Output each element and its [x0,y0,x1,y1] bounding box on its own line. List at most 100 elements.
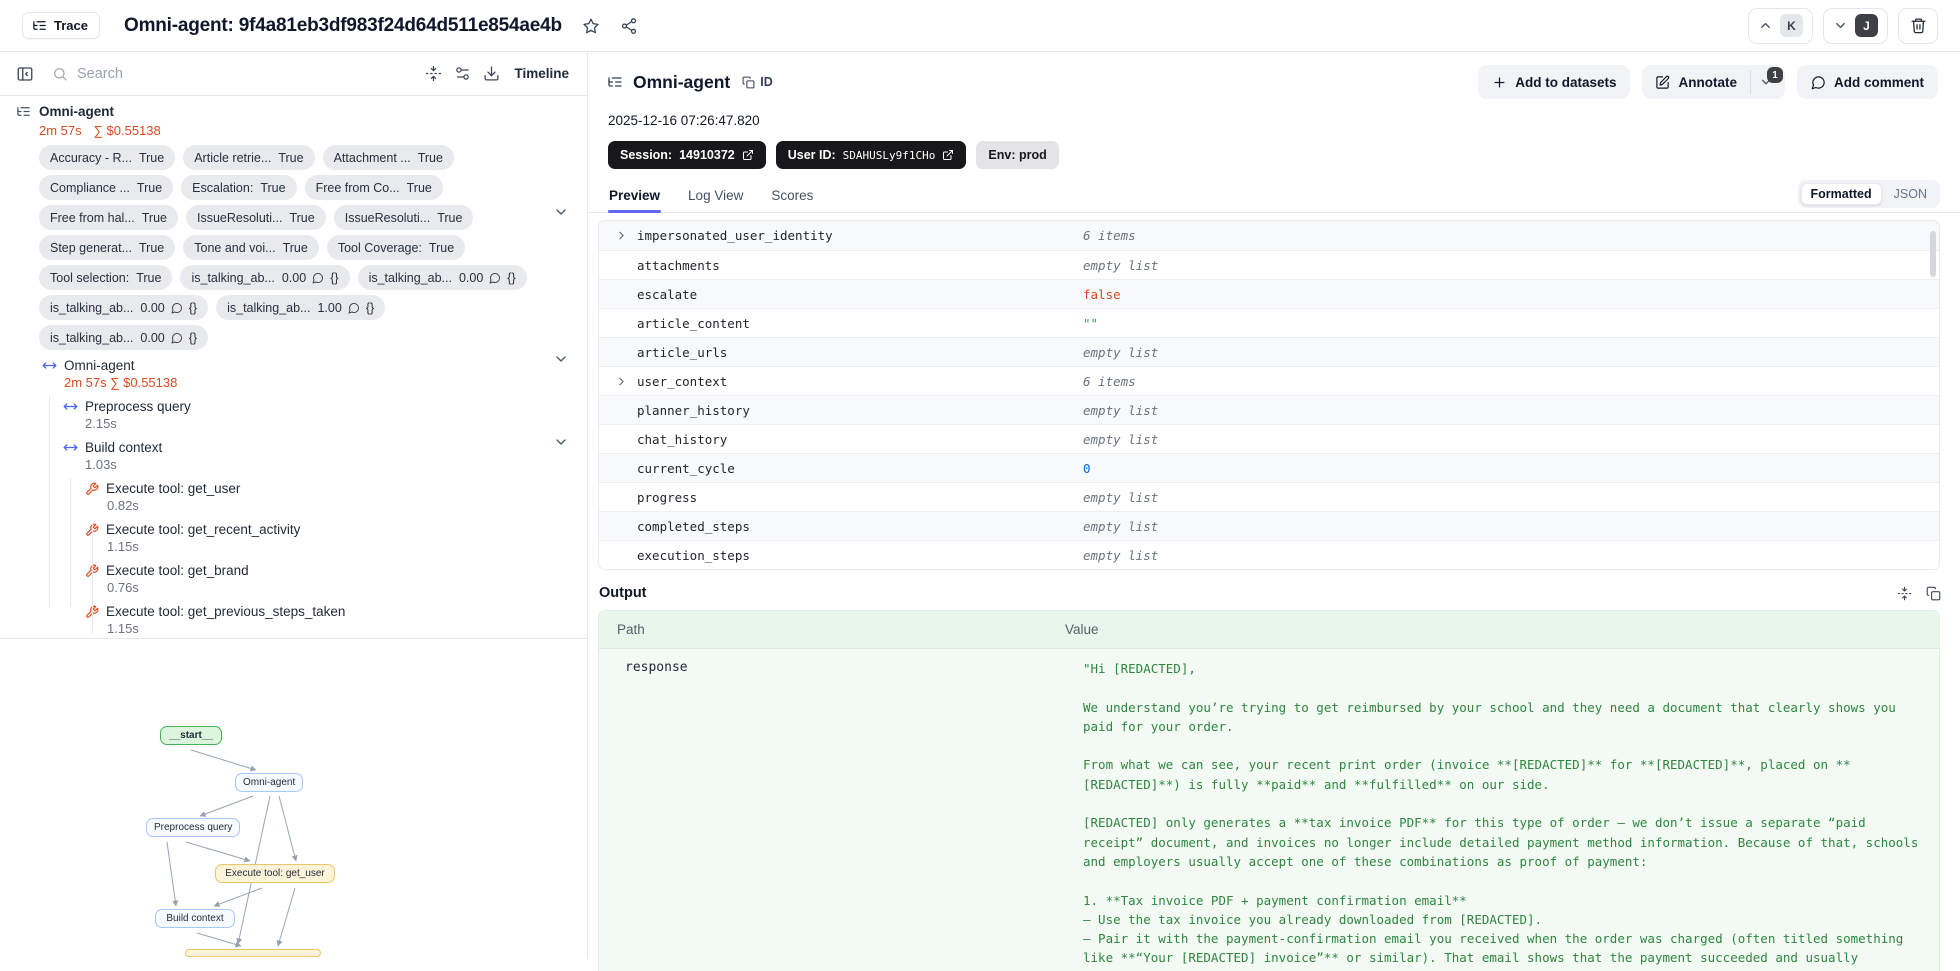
table-scrollbar-thumb[interactable] [1930,231,1936,277]
preview-row[interactable]: chat_history empty list [599,424,1939,453]
annotation-count-badge: 1 [1766,67,1783,83]
score-badge-label: Compliance ... [50,180,130,195]
score-badge[interactable]: Step generat... True [39,235,176,260]
view-settings-icon[interactable] [454,65,471,82]
trace-badge[interactable]: Trace [22,12,100,39]
badge-row: Compliance ... True Escalation: True Free fr… [39,175,571,200]
timeline-toggle[interactable]: Timeline [512,62,571,85]
expand-chevron-icon[interactable] [615,229,631,242]
score-badge[interactable]: Free from Co... True [304,175,443,200]
score-badge[interactable]: is_talking_ab... 0.00 {} [39,325,209,350]
copy-output-icon[interactable] [1926,586,1941,601]
span-tree-item[interactable]: Build context 1.03s [63,438,571,475]
add-comment-button[interactable]: Add comment [1796,65,1938,99]
score-badge-label: is_talking_ab... [191,270,275,285]
score-badge[interactable]: Attachment ... True [322,145,454,170]
score-badge-value: 0.00 [140,300,165,315]
collapse-root-chevron[interactable] [553,204,569,220]
output-heading: Output [599,585,647,601]
score-badge-suffix: {} [188,300,198,315]
score-badge[interactable]: Accuracy - R... True [39,145,176,170]
expand-chevron-icon[interactable] [615,375,631,388]
preview-row[interactable]: current_cycle 0 [599,453,1939,482]
span-tree-item[interactable]: Preprocess query 2.15s [63,397,571,434]
span-name-row: Execute tool: get_user [85,479,571,498]
span-duration: 2m 57s ∑ $0.55138 [64,375,178,390]
score-badge-value: True [141,210,167,225]
span-name-label: Execute tool: get_recent_activity [106,522,301,537]
score-badge[interactable]: is_talking_ab... 0.00 {} [180,265,350,290]
root-duration: 2m 57s [39,123,82,138]
graph-node-omni-agent[interactable]: Omni-agent [235,773,304,792]
span-duration: 2.15s [85,416,117,431]
tab-preview[interactable]: Preview [608,188,662,213]
preview-key: current_cycle [637,460,735,476]
score-badge-value: 0.00 [458,270,484,285]
search-field [52,65,413,82]
score-badge[interactable]: IssueResoluti... True [333,205,474,230]
format-toggle-formatted[interactable]: Formatted [1800,183,1882,205]
score-badge[interactable]: Tool Coverage: True [326,235,466,260]
score-badge[interactable]: Free from hal... True [39,205,178,230]
user-id-pill[interactable]: User ID: SDAHUSLy9f1CHo [775,141,967,169]
expand-output-icon[interactable] [1897,586,1912,601]
span-tree-item[interactable]: Omni-agent 2m 57s ∑ $0.55138 [42,356,571,393]
tab-scores[interactable]: Scores [770,188,814,212]
score-badge[interactable]: is_talking_ab... 0.00 {} [39,295,209,320]
score-badge[interactable]: IssueResoluti... True [186,205,326,230]
star-button[interactable] [582,17,600,35]
collapse-agent-chevron[interactable] [553,351,569,367]
score-badge[interactable]: Tool selection: True [39,265,173,290]
output-response-row[interactable]: response "Hi [REDACTED], We understand y… [599,648,1939,971]
preview-row[interactable]: article_urls empty list [599,337,1939,366]
span-tree-item[interactable]: Execute tool: get_previous_steps_taken 1.… [85,602,571,638]
add-to-datasets-button[interactable]: Add to datasets [1478,65,1631,99]
download-icon[interactable] [483,65,500,82]
format-toggle-json[interactable]: JSON [1884,183,1937,205]
preview-row[interactable]: execution_steps empty list [599,540,1939,569]
score-badge-label: is_talking_ab... [50,300,134,315]
score-badge-value: True [406,180,432,195]
share-button[interactable] [620,17,638,35]
graph-node-execute-tool-get-user[interactable]: Execute tool: get_user [215,864,335,883]
score-badge[interactable]: is_talking_ab... 0.00 {} [357,265,527,290]
graph-node-preprocess-query[interactable]: Preprocess query [146,818,241,837]
collapse-sidebar-button[interactable] [16,65,34,83]
preview-row[interactable]: planner_history empty list [599,395,1939,424]
span-tree-item[interactable]: Execute tool: get_user 0.82s [85,479,571,516]
session-pill[interactable]: Session: 14910372 [608,141,766,169]
tab-log-view[interactable]: Log View [687,188,744,212]
trace-title: Omni-agent: 9f4a81eb3df983f24d64d511e854… [123,14,562,36]
copy-icon [742,76,755,89]
preview-row[interactable]: completed_steps empty list [599,511,1939,540]
graph-node--start-[interactable]: __start__ [160,726,222,745]
preview-row[interactable]: impersonated_user_identity 6 items [599,221,1939,250]
next-trace-button[interactable]: J [1823,7,1888,44]
annotate-button[interactable]: Annotate [1642,65,1750,99]
preview-row[interactable]: article_content "" [599,308,1939,337]
collapse-all-icon[interactable] [425,65,442,82]
preview-row[interactable]: user_context 6 items [599,366,1939,395]
collapse-build-context-chevron[interactable] [553,434,569,450]
graph-node-partial[interactable] [185,949,321,957]
tree-root-item[interactable]: Omni-agent [16,102,571,121]
annotate-dropdown-button[interactable]: 1 [1751,65,1785,99]
score-badge[interactable]: is_talking_ab... 1.00 {} [216,295,386,320]
preview-row[interactable]: escalate false [599,279,1939,308]
search-input[interactable] [77,65,307,82]
copy-id-chip[interactable]: ID [742,75,773,89]
prev-trace-button[interactable]: K [1748,7,1813,44]
delete-trace-button[interactable] [1898,7,1938,44]
score-badge-suffix: {} [330,270,339,285]
preview-row[interactable]: attachments empty list [599,250,1939,279]
graph-node-build-context[interactable]: Build context [155,909,235,928]
score-badge[interactable]: Tone and voi... True [183,235,319,260]
score-badge[interactable]: Article retrie... True [183,145,315,170]
span-tree-item[interactable]: Execute tool: get_brand 0.76s [85,561,571,598]
score-badge[interactable]: Escalation: True [181,175,297,200]
detail-tabs: Preview Log View Scores [608,188,814,213]
span-tree-item[interactable]: Execute tool: get_recent_activity 1.15s [85,520,571,557]
preview-row[interactable]: progress empty list [599,482,1939,511]
preview-value: empty list [1083,402,1159,418]
score-badge[interactable]: Compliance ... True [39,175,174,200]
